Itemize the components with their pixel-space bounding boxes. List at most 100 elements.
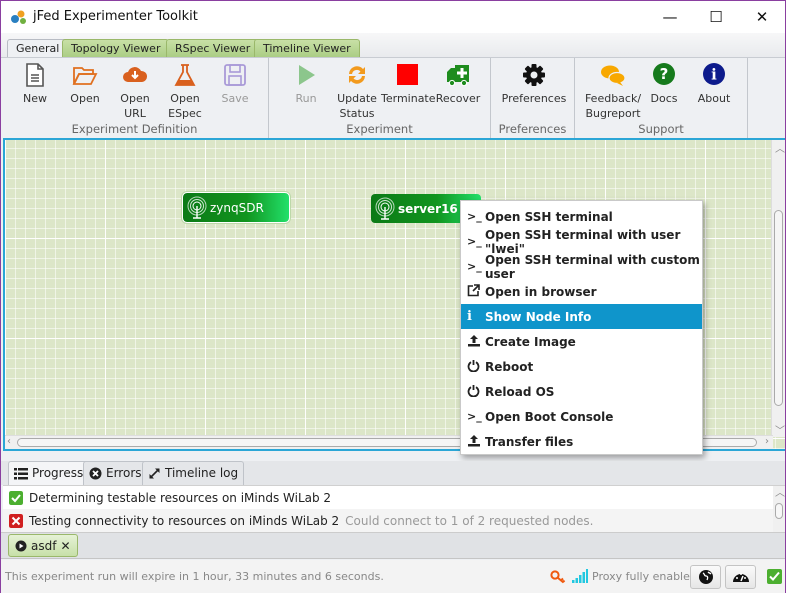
stop-square-icon — [397, 64, 418, 85]
canvas-vertical-scrollbar[interactable]: ︿ ﹀ — [771, 140, 785, 437]
menu-item-reload-os[interactable]: Reload OS — [461, 379, 702, 404]
folder-open-icon — [72, 67, 98, 85]
success-check-icon — [9, 490, 23, 505]
tab-progress-label: Progress — [32, 466, 84, 480]
group-preferences: Preferences Preferences — [491, 58, 575, 139]
menu-item-show-node-info[interactable]: i Show Node Info — [461, 304, 702, 329]
menu-item-create-image[interactable]: Create Image — [461, 329, 702, 354]
open-espec-button[interactable]: Open ESpec — [159, 62, 211, 121]
minimize-button[interactable]: — — [647, 1, 693, 33]
menu-item-reboot[interactable]: Reboot — [461, 354, 702, 379]
menu-item-label: Create Image — [485, 334, 576, 349]
dashboard-button[interactable] — [725, 565, 756, 589]
close-run-tab-icon[interactable]: ✕ — [60, 539, 70, 553]
new-button[interactable]: New — [9, 62, 61, 106]
play-icon — [299, 65, 315, 85]
progress-text: Testing connectivity to resources on iMi… — [29, 513, 340, 528]
globe-icon — [698, 570, 713, 584]
tab-general[interactable]: General — [7, 39, 69, 59]
chat-bubbles-icon — [601, 65, 626, 86]
menu-item-label: Open SSH terminal with custom user — [485, 252, 700, 281]
menu-item-label: Show Node Info — [485, 309, 592, 324]
group-label-preferences: Preferences — [498, 122, 567, 136]
recover-button[interactable]: Recover — [432, 62, 484, 106]
title-bar: jFed Experimenter Toolkit — ☐ ✕ — [1, 1, 785, 33]
tab-errors[interactable]: Errors — [83, 461, 148, 485]
recover-label: Recover — [435, 92, 481, 105]
tab-timeline-log-label: Timeline log — [165, 466, 239, 480]
antenna-icon — [375, 197, 395, 220]
preferences-button[interactable]: Preferences — [501, 62, 567, 106]
expiry-text: This experiment run will expire in 1 hou… — [5, 570, 384, 583]
about-label: About — [697, 92, 731, 105]
flask-icon — [174, 64, 196, 86]
save-button[interactable]: Save — [209, 62, 261, 106]
preferences-label: Preferences — [501, 92, 567, 105]
tab-rspec-viewer[interactable]: RSpec Viewer — [166, 39, 260, 58]
progress-row: Testing connectivity to resources on iMi… — [3, 509, 785, 532]
maximize-button[interactable]: ☐ — [693, 1, 739, 33]
terminal-icon: >_ — [467, 235, 482, 248]
main-tabs: General Topology Viewer RSpec Viewer Tim… — [1, 33, 785, 59]
group-label-experiment-definition: Experiment Definition — [71, 122, 198, 136]
svg-text:i: i — [711, 66, 717, 84]
progress-scroll-thumb[interactable] — [775, 503, 783, 519]
group-support: Feedback/ Bugreport ? Docs i About Suppo… — [575, 58, 748, 139]
window-title: jFed Experimenter Toolkit — [33, 9, 198, 24]
info-circle-icon: i — [703, 63, 725, 85]
terminal-icon: >_ — [467, 260, 482, 273]
cloud-download-icon — [123, 67, 148, 82]
menu-item-transfer-files[interactable]: Transfer files — [461, 429, 702, 454]
about-button[interactable]: i About — [688, 62, 740, 106]
progress-list: Determining testable resources on iMinds… — [3, 485, 785, 533]
menu-item-open-ssh-terminal-user[interactable]: >_ Open SSH terminal with user "lwei" — [461, 227, 702, 256]
network-globe-button[interactable] — [690, 565, 721, 589]
new-label: New — [23, 92, 47, 105]
terminal-icon: >_ — [467, 210, 482, 223]
scroll-up-icon[interactable]: ︿ — [775, 140, 785, 155]
vertical-scroll-thumb[interactable] — [774, 210, 783, 406]
proxy-status-text: Proxy fully enabled — [592, 570, 697, 583]
signal-strength-icon — [572, 569, 588, 583]
run-button[interactable]: Run — [280, 62, 332, 106]
docs-button[interactable]: ? Docs — [638, 62, 690, 106]
scroll-left-icon[interactable]: ‹ — [7, 436, 11, 447]
list-icon — [14, 467, 28, 479]
tab-timeline-viewer[interactable]: Timeline Viewer — [254, 39, 360, 58]
open-url-button[interactable]: Open URL — [109, 62, 161, 121]
terminate-button[interactable]: Terminate — [381, 62, 436, 106]
node-zynqsdr[interactable]: zynqSDR — [182, 192, 290, 223]
menu-item-open-boot-console[interactable]: >_ Open Boot Console — [461, 404, 702, 429]
expand-arrows-icon — [149, 468, 160, 479]
feedback-button[interactable]: Feedback/ Bugreport — [583, 62, 643, 121]
close-button[interactable]: ✕ — [739, 1, 785, 33]
jfed-logo-icon — [11, 10, 26, 24]
menu-item-open-ssh-terminal-custom-user[interactable]: >_ Open SSH terminal with custom user — [461, 252, 702, 281]
key-icon — [550, 570, 566, 584]
update-status-button[interactable]: Update Status — [331, 62, 383, 121]
scroll-right-icon[interactable]: › — [765, 436, 769, 447]
node-label: server16 — [398, 201, 458, 216]
group-label-support: Support — [638, 122, 684, 136]
progress-scrollbar[interactable]: ︿ — [773, 486, 785, 533]
svg-text:?: ? — [660, 65, 669, 83]
open-url-label-2: URL — [124, 107, 146, 120]
open-button[interactable]: Open — [59, 62, 111, 106]
menu-item-label: Open SSH terminal with user "lwei" — [485, 227, 681, 256]
document-icon — [26, 63, 44, 87]
tab-timeline-log[interactable]: Timeline log — [142, 461, 245, 485]
run-label: Run — [295, 92, 317, 105]
refresh-icon — [349, 66, 365, 84]
run-tab-asdf[interactable]: asdf ✕ — [8, 534, 78, 557]
gear-icon — [523, 64, 545, 86]
scroll-down-icon[interactable]: ﹀ — [775, 422, 785, 437]
menu-item-open-ssh-terminal[interactable]: >_ Open SSH terminal — [461, 204, 702, 229]
tab-topology-viewer[interactable]: Topology Viewer — [62, 39, 170, 58]
run-tabs-bar: asdf ✕ — [1, 532, 785, 559]
tab-progress[interactable]: Progress — [8, 461, 90, 485]
scroll-up-icon[interactable]: ︿ — [775, 484, 785, 499]
group-experiment-definition: New Open Open URL Open ESpec Save Experi… — [1, 58, 269, 139]
menu-item-label: Open SSH terminal — [485, 209, 613, 224]
menu-item-open-in-browser[interactable]: Open in browser — [461, 279, 702, 304]
group-label-experiment: Experiment — [346, 122, 413, 136]
